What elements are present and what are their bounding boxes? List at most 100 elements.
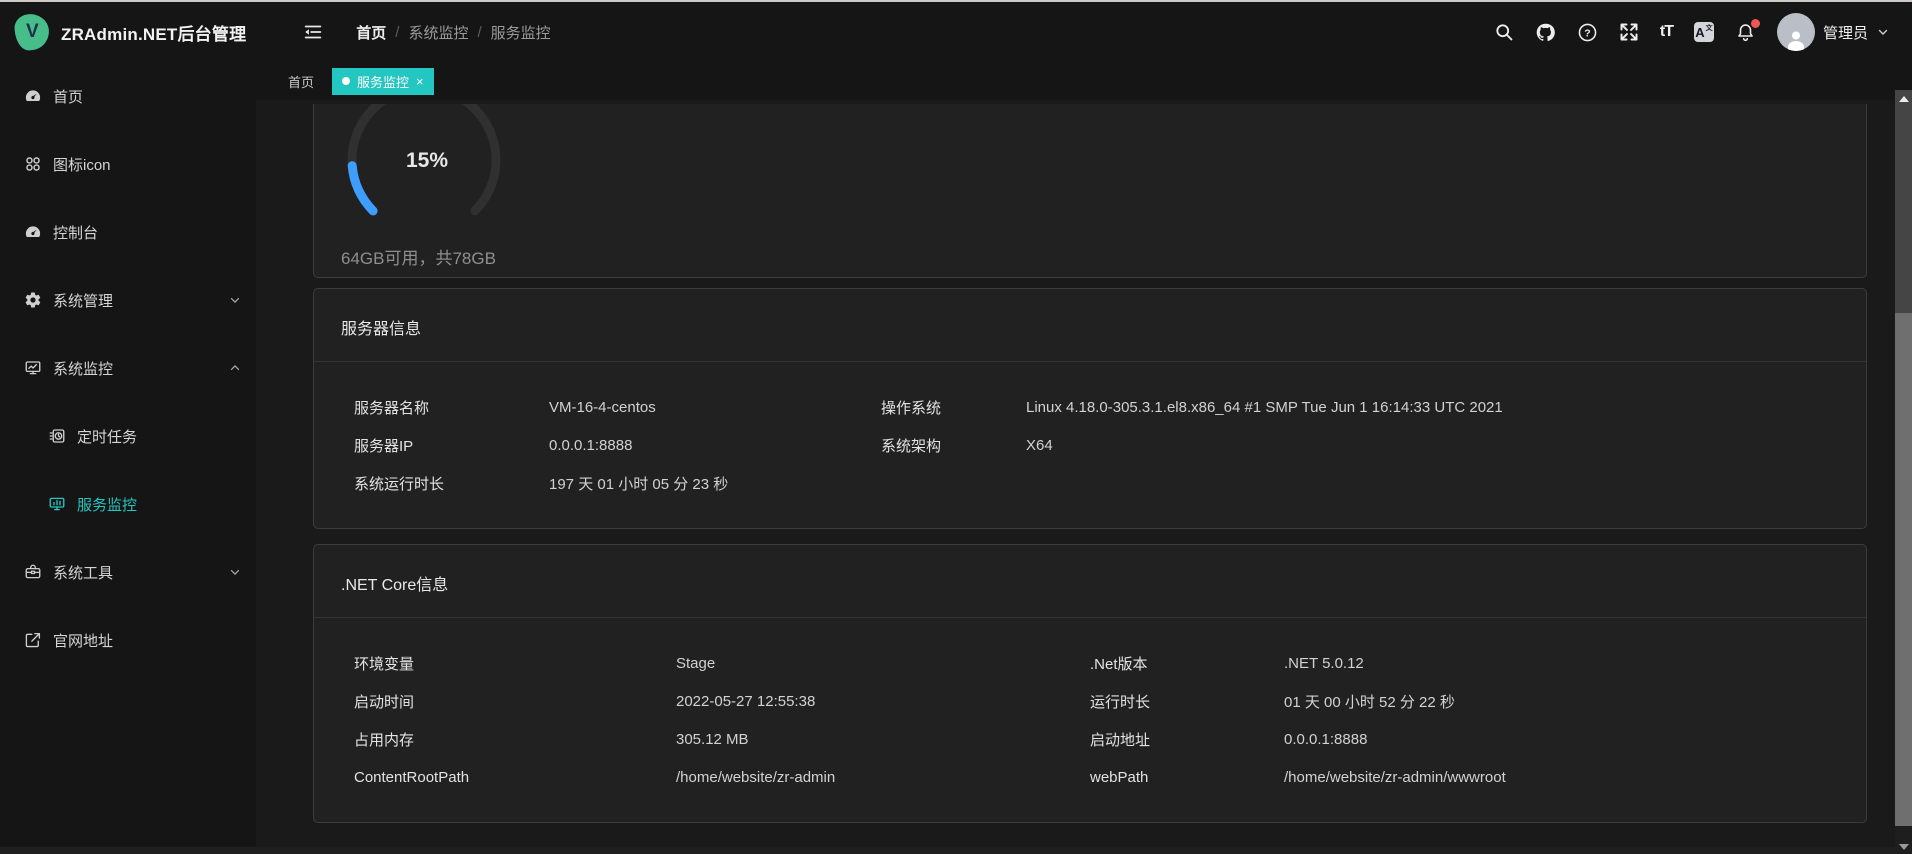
field-value: .NET 5.0.12 [1284, 655, 1846, 672]
monitor-icon [24, 359, 42, 377]
fullscreen-icon [1619, 22, 1639, 42]
netcore-info-card: .NET Core信息 环境变量 Stage .Net版本 .NET 5.0.1… [313, 544, 1867, 823]
fullscreen-button[interactable] [1619, 22, 1639, 42]
sidebar-item-label: 系统工具 [53, 562, 113, 583]
sidebar-item-label: 图标icon [53, 154, 111, 175]
field-value: 2022-05-27 12:55:38 [676, 693, 1090, 710]
window-top-edge [0, 0, 1912, 2]
sidebar-item-label: 定时任务 [77, 426, 137, 447]
header-left: V ZRAdmin.NET后台管理 首页 / 系统监控 / 服务监控 [0, 2, 551, 62]
field-value: X64 [1026, 437, 1846, 454]
toolbox-icon [24, 563, 42, 581]
tab-close-icon[interactable]: × [416, 75, 424, 88]
user-menu[interactable]: 管理员 [1777, 13, 1890, 51]
content-area: 15% 64GB可用，共78GB 服务器信息 服务器名称 VM-16-4-cen… [256, 100, 1912, 823]
notification-button[interactable] [1735, 22, 1756, 43]
field-label: 系统运行时长 [354, 473, 549, 494]
user-name: 管理员 [1823, 22, 1868, 43]
chevron-down-icon [228, 293, 242, 307]
grid-icon [24, 155, 42, 173]
tab-home[interactable]: 首页 [288, 68, 314, 95]
sidebar-item-label: 系统监控 [53, 358, 113, 379]
main-area: 首页 服务监控 × 15% 64GB可用，共78GB 服务器信息 服务器名称 V… [256, 62, 1912, 854]
help-button[interactable]: ? [1577, 22, 1598, 43]
search-button[interactable] [1494, 22, 1514, 42]
tab-active-dot [342, 77, 350, 85]
field-label: 服务器IP [354, 435, 549, 456]
server-info-card: 服务器信息 服务器名称 VM-16-4-centos 操作系统 Linux 4.… [313, 288, 1867, 529]
font-size-button[interactable]: tT [1660, 23, 1673, 41]
field-label: .Net版本 [1090, 653, 1284, 674]
breadcrumb-separator: / [477, 24, 481, 41]
chart-monitor-icon [48, 495, 66, 513]
breadcrumb-home[interactable]: 首页 [356, 22, 386, 43]
scrollbar-up-arrow[interactable] [1899, 96, 1909, 102]
breadcrumb-system-monitor[interactable]: 系统监控 [408, 22, 468, 43]
scrollbar-track[interactable] [1895, 90, 1912, 313]
sidebar-item-system-tools[interactable]: 系统工具 [0, 538, 256, 606]
scrollbar-thumb[interactable] [1895, 313, 1912, 826]
field-value: Linux 4.18.0-305.3.1.el8.x86_64 #1 SMP T… [1026, 399, 1846, 416]
sidebar-item-label: 系统管理 [53, 290, 113, 311]
sidebar-item-label: 官网地址 [53, 630, 113, 651]
translate-icon: A文 [1694, 22, 1714, 42]
sidebar-item-console[interactable]: 控制台 [0, 198, 256, 266]
github-button[interactable] [1535, 22, 1556, 43]
breadcrumb-separator: / [395, 24, 399, 41]
sidebar-item-service-monitor[interactable]: 服务监控 [0, 470, 256, 538]
chevron-down-icon [1876, 25, 1890, 39]
field-value: 01 天 00 小时 52 分 22 秒 [1284, 691, 1846, 712]
sidebar: 首页 图标icon 控制台 系统管理 系统监控 定时任务 [0, 62, 256, 854]
field-label: 环境变量 [354, 653, 676, 674]
disk-usage-card: 15% 64GB可用，共78GB [313, 104, 1867, 278]
chevron-down-icon [228, 565, 242, 579]
schedule-icon [48, 427, 66, 445]
sidebar-item-label: 首页 [53, 86, 83, 107]
sidebar-item-label: 控制台 [53, 222, 98, 243]
field-value: Stage [676, 655, 1090, 672]
sidebar-item-system-management[interactable]: 系统管理 [0, 266, 256, 334]
sidebar-item-official-site[interactable]: 官网地址 [0, 606, 256, 674]
field-value: /home/website/zr-admin [676, 769, 1090, 786]
sidebar-item-system-monitor[interactable]: 系统监控 [0, 334, 256, 402]
horizontal-scrollbar[interactable] [0, 847, 1912, 854]
field-label: 操作系统 [881, 397, 1026, 418]
sidebar-item-label: 服务监控 [77, 494, 137, 515]
card-title: .NET Core信息 [314, 545, 1866, 618]
field-label: 启动时间 [354, 691, 676, 712]
breadcrumb-service-monitor: 服务监控 [491, 22, 551, 43]
sidebar-collapse-button[interactable] [298, 17, 328, 47]
person-icon [1783, 27, 1809, 51]
notification-dot [1751, 19, 1760, 28]
field-value: 305.12 MB [676, 731, 1090, 748]
app-logo: V [13, 12, 51, 51]
dashboard-icon [24, 87, 42, 105]
app-header: V ZRAdmin.NET后台管理 首页 / 系统监控 / 服务监控 [0, 2, 1912, 62]
disk-availability-note: 64GB可用，共78GB [341, 244, 496, 269]
scrollbar-down-arrow[interactable] [1899, 844, 1909, 850]
github-icon [1535, 22, 1556, 43]
font-size-icon: tT [1660, 23, 1673, 41]
avatar [1777, 13, 1815, 51]
search-icon [1494, 22, 1514, 42]
field-value: VM-16-4-centos [549, 399, 881, 416]
field-value: 197 天 01 小时 05 分 23 秒 [549, 473, 881, 494]
translate-button[interactable]: A文 [1694, 22, 1714, 42]
sidebar-item-scheduled-tasks[interactable]: 定时任务 [0, 402, 256, 470]
sidebar-item-home[interactable]: 首页 [0, 62, 256, 130]
tab-service-monitor[interactable]: 服务监控 × [332, 68, 434, 95]
field-value: 0.0.0.1:8888 [549, 437, 881, 454]
disk-gauge-chart: 15% [339, 104, 509, 245]
tab-bar: 首页 服务监控 × [256, 62, 1912, 100]
gear-icon [24, 291, 42, 309]
field-label: 启动地址 [1090, 729, 1284, 750]
app-title: ZRAdmin.NET后台管理 [61, 20, 246, 45]
vertical-scrollbar[interactable] [1895, 90, 1912, 854]
field-value: 0.0.0.1:8888 [1284, 731, 1846, 748]
field-value: /home/website/zr-admin/wwwroot [1284, 769, 1846, 786]
breadcrumb: 首页 / 系统监控 / 服务监控 [356, 22, 550, 43]
sidebar-item-icons[interactable]: 图标icon [0, 130, 256, 198]
server-info-grid: 服务器名称 VM-16-4-centos 操作系统 Linux 4.18.0-3… [314, 362, 1866, 528]
chevron-up-icon [228, 361, 242, 375]
gauge-percent-label: 15% [406, 149, 448, 172]
